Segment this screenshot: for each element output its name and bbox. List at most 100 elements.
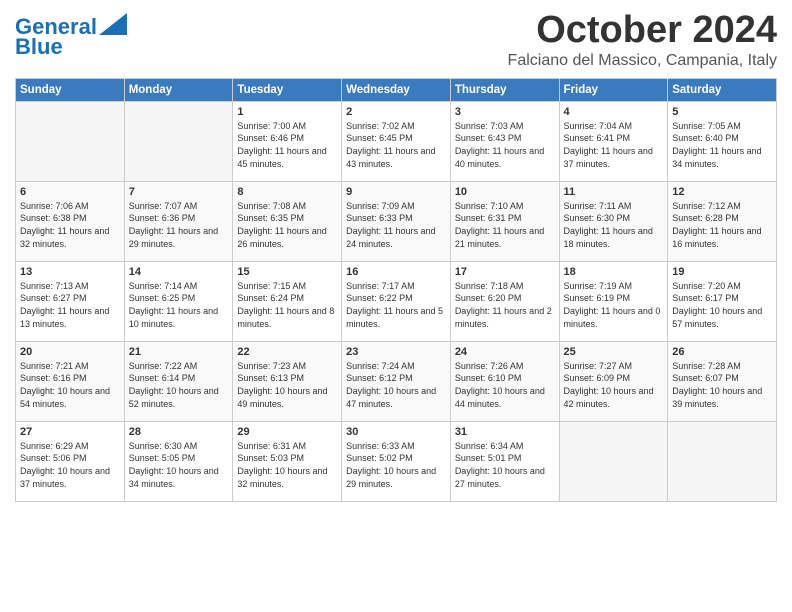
day-cell: 27Sunrise: 6:29 AM Sunset: 5:06 PM Dayli…: [16, 421, 125, 501]
day-number: 10: [455, 186, 555, 198]
day-cell: 5 Sunrise: 7:05 AM Sunset: 6:40 PM Daylig…: [668, 101, 777, 181]
day-info: Sunrise: 7:17 AM Sunset: 6:22 PM Dayligh…: [346, 280, 446, 330]
day-number: 30: [346, 426, 446, 438]
day-info: Sunrise: 7:13 AM Sunset: 6:27 PM Dayligh…: [20, 280, 120, 330]
day-cell: 26 Sunrise: 7:28 AM Sunset: 6:07 PM Dayli…: [668, 341, 777, 421]
day-info: Sunrise: 7:08 AM Sunset: 6:35 PM Dayligh…: [237, 200, 337, 250]
day-cell: 10 Sunrise: 7:10 AM Sunset: 6:31 PM Dayli…: [450, 181, 559, 261]
calendar-table: SundayMondayTuesdayWednesdayThursdayFrid…: [15, 78, 777, 502]
day-number: 4: [564, 106, 664, 118]
week-row-3: 13 Sunrise: 7:13 AM Sunset: 6:27 PM Dayli…: [16, 261, 777, 341]
day-number: 11: [564, 186, 664, 198]
day-cell: [559, 421, 668, 501]
day-cell: 20 Sunrise: 7:21 AM Sunset: 6:16 PM Dayli…: [16, 341, 125, 421]
day-info: Sunrise: 6:33 AM Sunset: 5:02 PM Dayligh…: [346, 440, 446, 490]
day-cell: 14Sunrise: 7:14 AM Sunset: 6:25 PM Dayli…: [124, 261, 233, 341]
day-cell: 28Sunrise: 6:30 AM Sunset: 5:05 PM Dayli…: [124, 421, 233, 501]
column-header-monday: Monday: [124, 78, 233, 101]
day-cell: 11Sunrise: 7:11 AM Sunset: 6:30 PM Dayli…: [559, 181, 668, 261]
day-cell: 17 Sunrise: 7:18 AM Sunset: 6:20 PM Dayli…: [450, 261, 559, 341]
day-number: 31: [455, 426, 555, 438]
day-info: Sunrise: 7:24 AM Sunset: 6:12 PM Dayligh…: [346, 360, 446, 410]
day-number: 6: [20, 186, 120, 198]
location: Falciano del Massico, Campania, Italy: [508, 52, 777, 70]
day-cell: [16, 101, 125, 181]
header-row: SundayMondayTuesdayWednesdayThursdayFrid…: [16, 78, 777, 101]
day-cell: 19Sunrise: 7:20 AM Sunset: 6:17 PM Dayli…: [668, 261, 777, 341]
day-cell: 25 Sunrise: 7:27 AM Sunset: 6:09 PM Dayli…: [559, 341, 668, 421]
logo: General Blue: [15, 10, 127, 59]
logo-text-blue: Blue: [15, 35, 63, 59]
day-cell: [124, 101, 233, 181]
day-cell: 18Sunrise: 7:19 AM Sunset: 6:19 PM Dayli…: [559, 261, 668, 341]
day-number: 13: [20, 266, 120, 278]
day-cell: 13 Sunrise: 7:13 AM Sunset: 6:27 PM Dayli…: [16, 261, 125, 341]
week-row-2: 6 Sunrise: 7:06 AM Sunset: 6:38 PM Daylig…: [16, 181, 777, 261]
day-cell: 15 Sunrise: 7:15 AM Sunset: 6:24 PM Dayli…: [233, 261, 342, 341]
day-info: Sunrise: 7:28 AM Sunset: 6:07 PM Dayligh…: [672, 360, 772, 410]
day-cell: 29 Sunrise: 6:31 AM Sunset: 5:03 PM Dayli…: [233, 421, 342, 501]
week-row-5: 27Sunrise: 6:29 AM Sunset: 5:06 PM Dayli…: [16, 421, 777, 501]
day-cell: 6 Sunrise: 7:06 AM Sunset: 6:38 PM Daylig…: [16, 181, 125, 261]
day-cell: 24 Sunrise: 7:26 AM Sunset: 6:10 PM Dayli…: [450, 341, 559, 421]
day-info: Sunrise: 7:06 AM Sunset: 6:38 PM Dayligh…: [20, 200, 120, 250]
day-info: Sunrise: 7:14 AM Sunset: 6:25 PM Dayligh…: [129, 280, 229, 330]
column-header-friday: Friday: [559, 78, 668, 101]
week-row-4: 20 Sunrise: 7:21 AM Sunset: 6:16 PM Dayli…: [16, 341, 777, 421]
day-info: Sunrise: 7:09 AM Sunset: 6:33 PM Dayligh…: [346, 200, 446, 250]
day-number: 17: [455, 266, 555, 278]
day-info: Sunrise: 7:10 AM Sunset: 6:31 PM Dayligh…: [455, 200, 555, 250]
day-number: 23: [346, 346, 446, 358]
day-info: Sunrise: 7:00 AM Sunset: 6:46 PM Dayligh…: [237, 120, 337, 170]
day-number: 5: [672, 106, 772, 118]
day-info: Sunrise: 6:31 AM Sunset: 5:03 PM Dayligh…: [237, 440, 337, 490]
day-cell: 8 Sunrise: 7:08 AM Sunset: 6:35 PM Daylig…: [233, 181, 342, 261]
day-info: Sunrise: 7:23 AM Sunset: 6:13 PM Dayligh…: [237, 360, 337, 410]
day-info: Sunrise: 7:05 AM Sunset: 6:40 PM Dayligh…: [672, 120, 772, 170]
day-number: 9: [346, 186, 446, 198]
week-row-1: 1Sunrise: 7:00 AM Sunset: 6:46 PM Daylig…: [16, 101, 777, 181]
day-number: 21: [129, 346, 229, 358]
day-info: Sunrise: 7:04 AM Sunset: 6:41 PM Dayligh…: [564, 120, 664, 170]
title-block: October 2024 Falciano del Massico, Campa…: [508, 10, 777, 70]
day-cell: 1Sunrise: 7:00 AM Sunset: 6:46 PM Daylig…: [233, 101, 342, 181]
day-number: 29: [237, 426, 337, 438]
day-number: 12: [672, 186, 772, 198]
day-info: Sunrise: 7:21 AM Sunset: 6:16 PM Dayligh…: [20, 360, 120, 410]
day-number: 15: [237, 266, 337, 278]
day-info: Sunrise: 6:29 AM Sunset: 5:06 PM Dayligh…: [20, 440, 120, 490]
day-cell: 4 Sunrise: 7:04 AM Sunset: 6:41 PM Daylig…: [559, 101, 668, 181]
page-header: General Blue October 2024 Falciano del M…: [15, 10, 777, 70]
day-number: 7: [129, 186, 229, 198]
day-info: Sunrise: 7:22 AM Sunset: 6:14 PM Dayligh…: [129, 360, 229, 410]
day-number: 25: [564, 346, 664, 358]
day-info: Sunrise: 7:26 AM Sunset: 6:10 PM Dayligh…: [455, 360, 555, 410]
day-cell: 23 Sunrise: 7:24 AM Sunset: 6:12 PM Dayli…: [342, 341, 451, 421]
day-info: Sunrise: 7:15 AM Sunset: 6:24 PM Dayligh…: [237, 280, 337, 330]
column-header-saturday: Saturday: [668, 78, 777, 101]
day-number: 26: [672, 346, 772, 358]
day-cell: 2 Sunrise: 7:02 AM Sunset: 6:45 PM Daylig…: [342, 101, 451, 181]
day-info: Sunrise: 7:27 AM Sunset: 6:09 PM Dayligh…: [564, 360, 664, 410]
day-number: 8: [237, 186, 337, 198]
day-info: Sunrise: 7:02 AM Sunset: 6:45 PM Dayligh…: [346, 120, 446, 170]
month-title: October 2024: [508, 10, 777, 52]
day-cell: 16 Sunrise: 7:17 AM Sunset: 6:22 PM Dayli…: [342, 261, 451, 341]
day-number: 3: [455, 106, 555, 118]
day-info: Sunrise: 7:18 AM Sunset: 6:20 PM Dayligh…: [455, 280, 555, 330]
day-info: Sunrise: 7:12 AM Sunset: 6:28 PM Dayligh…: [672, 200, 772, 250]
day-info: Sunrise: 7:03 AM Sunset: 6:43 PM Dayligh…: [455, 120, 555, 170]
day-cell: 3 Sunrise: 7:03 AM Sunset: 6:43 PM Daylig…: [450, 101, 559, 181]
day-number: 22: [237, 346, 337, 358]
day-number: 28: [129, 426, 229, 438]
day-number: 20: [20, 346, 120, 358]
day-info: Sunrise: 7:20 AM Sunset: 6:17 PM Dayligh…: [672, 280, 772, 330]
column-header-sunday: Sunday: [16, 78, 125, 101]
logo-icon: [99, 13, 127, 35]
day-number: 2: [346, 106, 446, 118]
column-header-tuesday: Tuesday: [233, 78, 342, 101]
day-number: 16: [346, 266, 446, 278]
day-cell: 30 Sunrise: 6:33 AM Sunset: 5:02 PM Dayli…: [342, 421, 451, 501]
day-number: 24: [455, 346, 555, 358]
day-number: 18: [564, 266, 664, 278]
